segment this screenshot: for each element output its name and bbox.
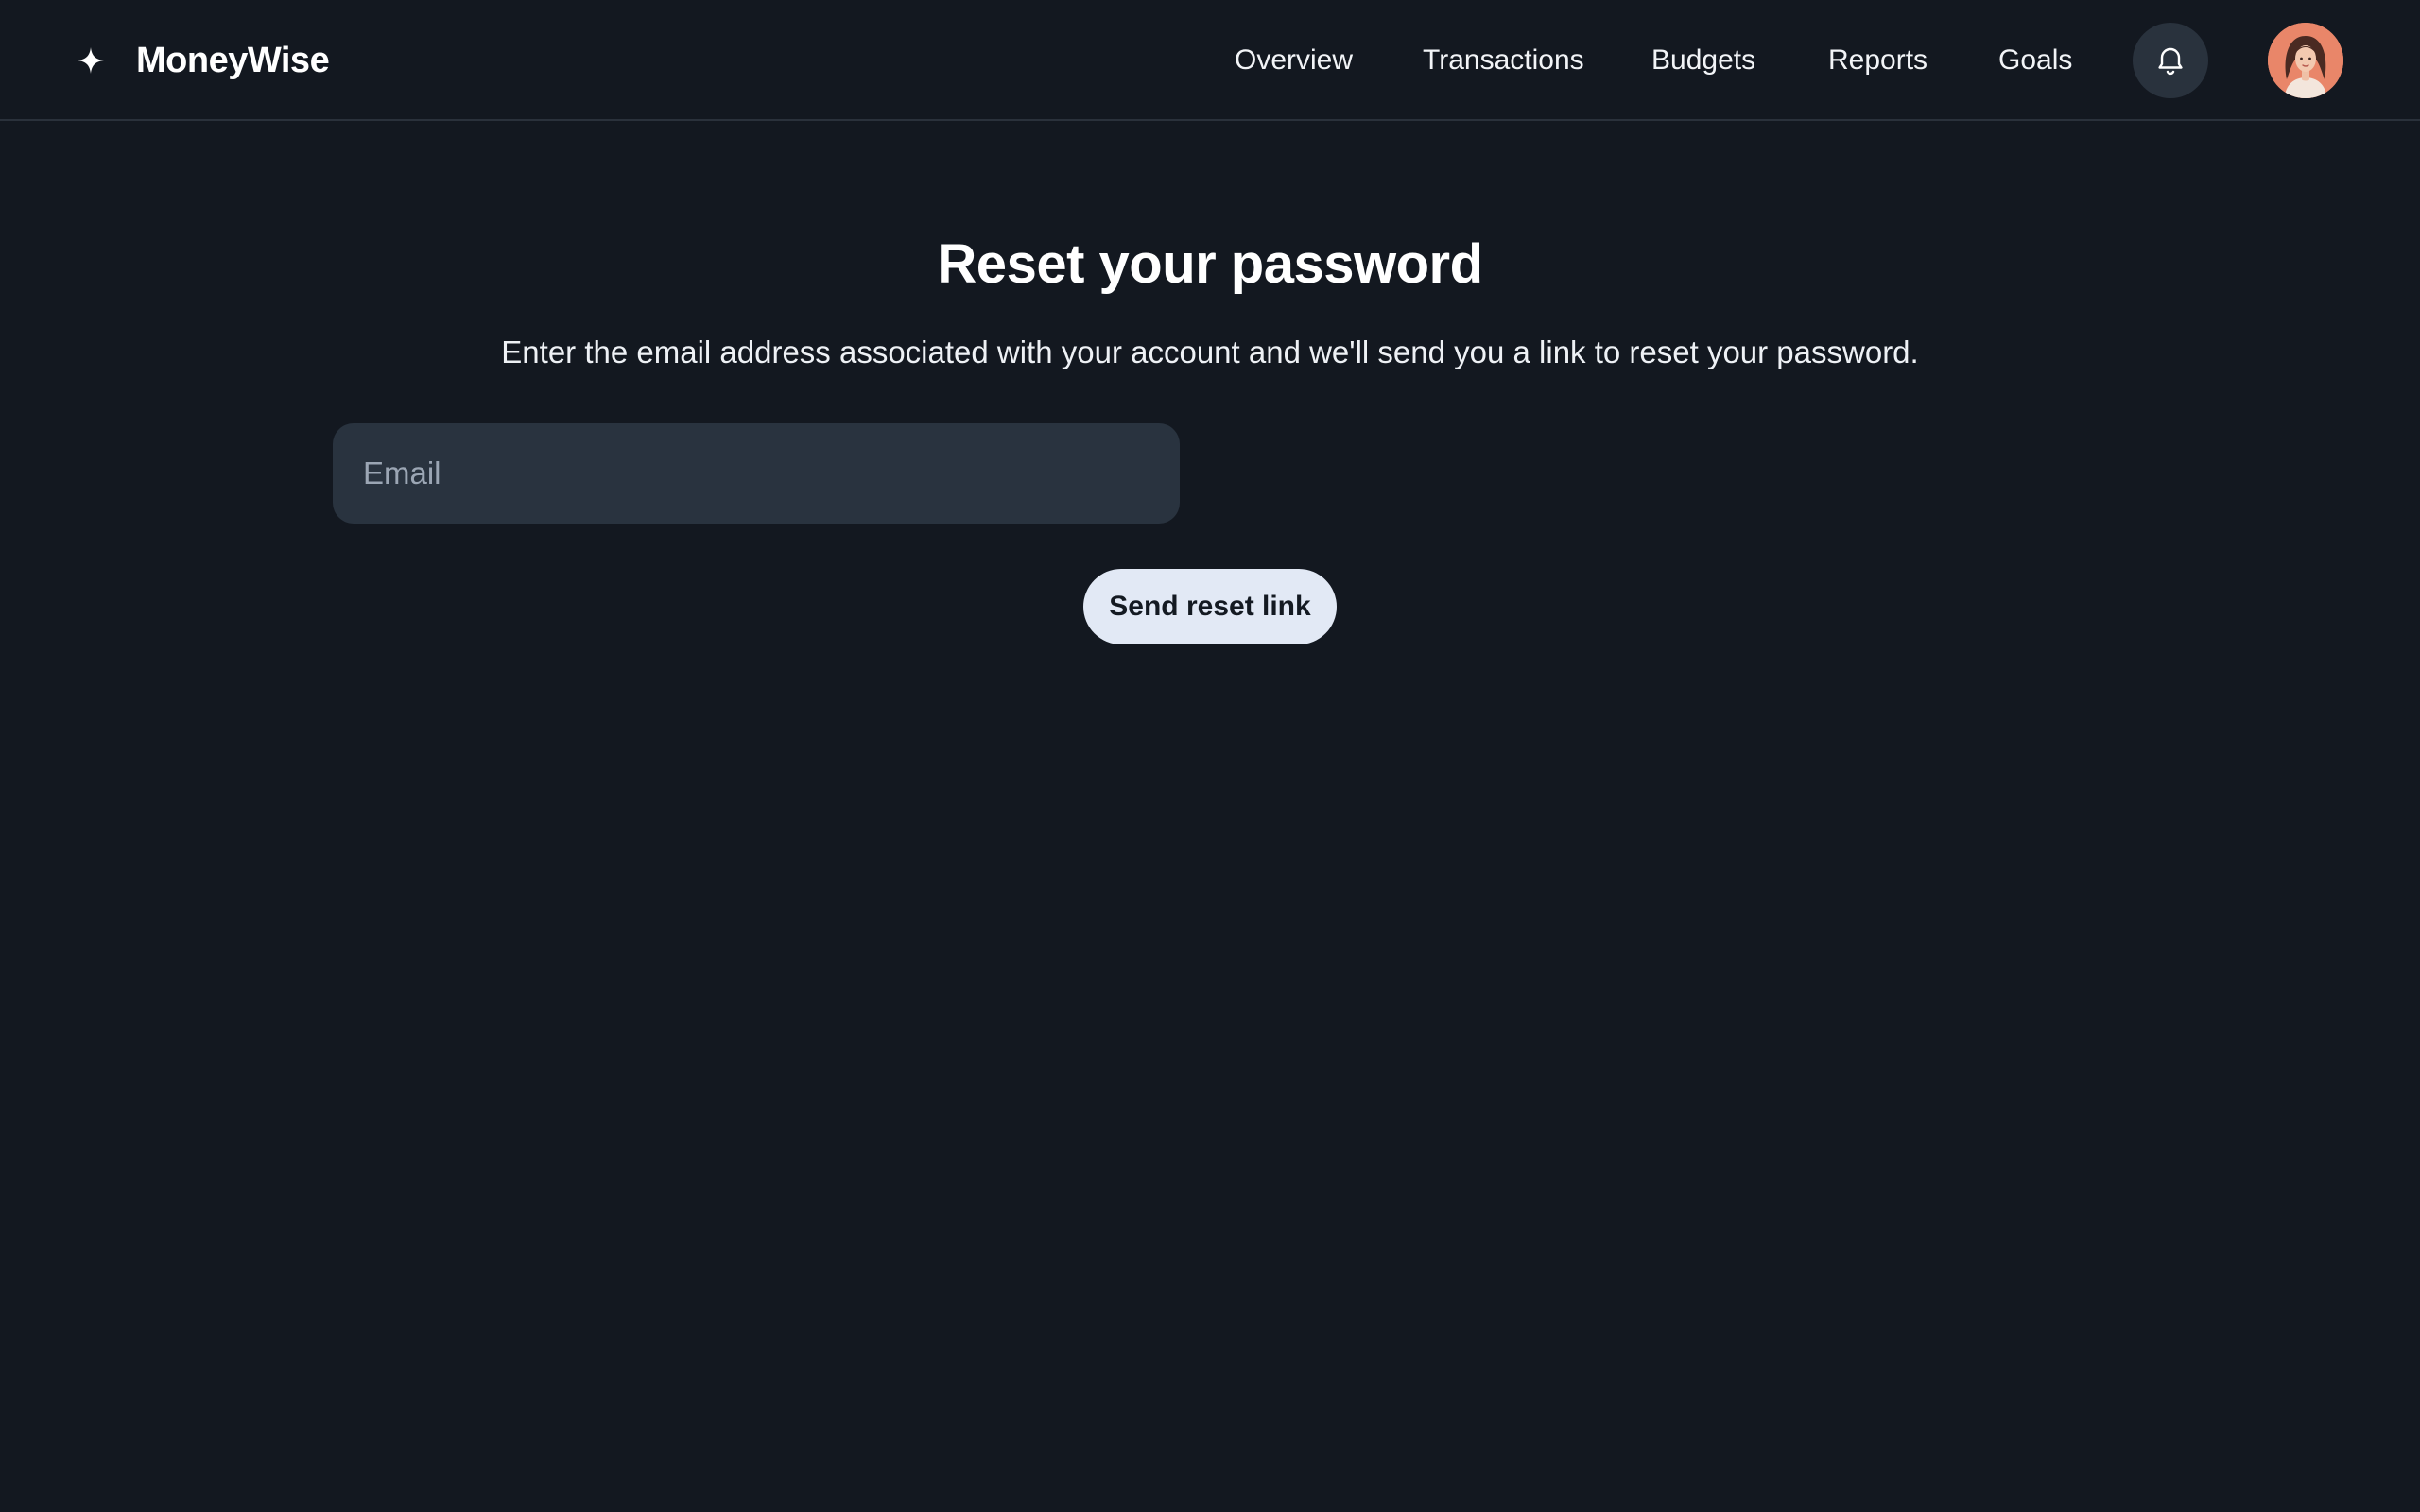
nav-item-reports[interactable]: Reports [1828, 44, 1927, 77]
top-navigation-bar: MoneyWise Overview Transactions Budgets … [0, 0, 2420, 121]
nav-item-goals[interactable]: Goals [1998, 44, 2072, 77]
brand[interactable]: MoneyWise [76, 0, 330, 121]
bell-icon [2153, 43, 2187, 77]
nav-item-overview[interactable]: Overview [1235, 44, 1353, 77]
brand-name: MoneyWise [136, 40, 330, 80]
nav-item-budgets[interactable]: Budgets [1651, 44, 1755, 77]
send-reset-link-button[interactable]: Send reset link [1083, 569, 1337, 644]
page-description: Enter the email address associated with … [501, 335, 1919, 369]
notifications-button[interactable] [2133, 23, 2208, 98]
page-title: Reset your password [937, 233, 1483, 295]
avatar[interactable] [2268, 23, 2343, 98]
sparkle-icon [76, 45, 106, 76]
nav-item-transactions[interactable]: Transactions [1423, 44, 1584, 77]
email-field[interactable] [333, 423, 1180, 524]
